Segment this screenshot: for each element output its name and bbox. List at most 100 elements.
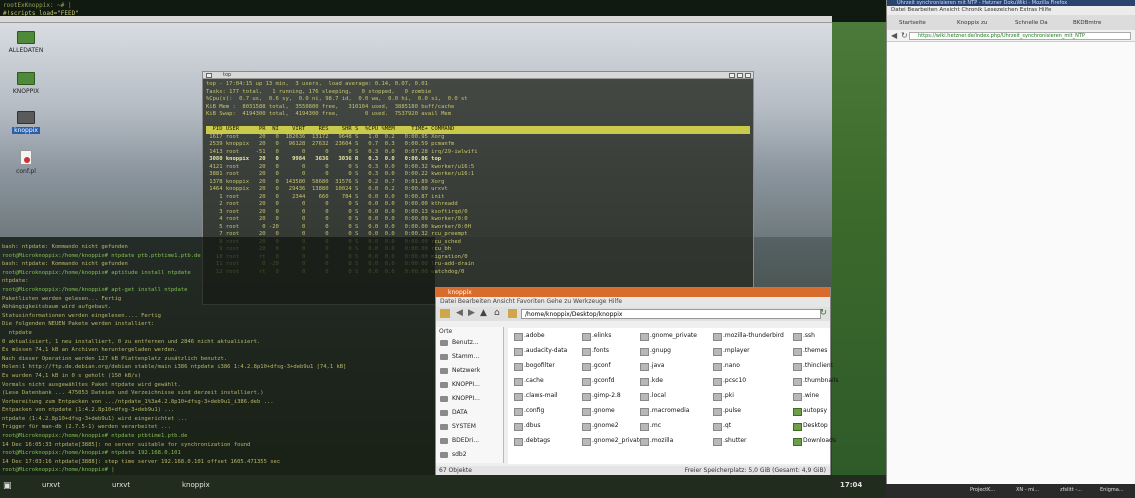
file-item[interactable]: .mozilla-thunderbird xyxy=(713,332,784,341)
go-icon[interactable]: ↻ xyxy=(819,308,827,318)
file-item[interactable]: .mc xyxy=(640,422,661,431)
file-item[interactable]: .qt xyxy=(713,422,731,431)
maximize-icon[interactable] xyxy=(737,73,743,78)
sidebar-item[interactable]: KNOPPI... xyxy=(436,392,503,406)
file-item[interactable]: .kde xyxy=(640,377,663,386)
file-item[interactable]: Desktop xyxy=(793,422,828,431)
taskbar-item[interactable]: zfslitt -... xyxy=(1060,487,1082,493)
file-item[interactable]: .cache xyxy=(514,377,544,386)
file-item[interactable]: .dbus xyxy=(514,422,540,431)
sidebar-item[interactable]: BDEDri... xyxy=(436,434,503,448)
urxvt-terminal[interactable]: bash: ntpdate: Kommando nicht gefunden r… xyxy=(0,237,435,475)
start-menu-icon[interactable]: ▣ xyxy=(3,481,12,491)
file-item[interactable]: .gnupg xyxy=(640,347,671,356)
file-item[interactable]: .gnome2 xyxy=(582,422,619,431)
forward-icon[interactable]: ▶ xyxy=(468,308,475,318)
window-titlebar[interactable]: knoppix xyxy=(436,288,830,297)
file-item[interactable]: .gconfd xyxy=(582,377,614,386)
top-terminal-line: rootExKnoppix: ~# | xyxy=(3,2,72,9)
file-item[interactable]: .java xyxy=(640,362,664,371)
window-menu-icon[interactable] xyxy=(206,73,212,78)
file-item[interactable]: .ssh xyxy=(793,332,815,341)
minimize-icon[interactable] xyxy=(729,73,735,78)
file-item[interactable]: .wine xyxy=(793,392,819,401)
tab-bkdbmtre[interactable]: BKDBmtre xyxy=(1065,18,1101,28)
taskbar-item[interactable]: knoppix xyxy=(182,481,210,489)
desktop-icon-conf-pl[interactable]: conf.pl xyxy=(6,150,46,175)
file-item[interactable]: .fonts xyxy=(582,347,609,356)
file-item[interactable]: .gnome xyxy=(582,407,615,416)
terminal-line: 14 Dec 17:03:16 ntpdate[3888]: step time… xyxy=(2,458,281,465)
item-count: 67 Objekte xyxy=(439,467,472,474)
file-manager-window[interactable]: knoppix Datei Bearbeiten Ansicht Favorit… xyxy=(435,287,838,477)
file-item[interactable]: .gconf xyxy=(582,362,611,371)
sidebar-item[interactable]: Stamm... xyxy=(436,350,503,364)
file-item[interactable]: .gnome2_private xyxy=(582,437,643,446)
file-item[interactable]: Downloads xyxy=(793,437,836,446)
home-icon[interactable]: ⌂ xyxy=(494,308,500,318)
file-item[interactable]: .macromedia xyxy=(640,407,689,416)
window-titlebar[interactable]: top xyxy=(203,72,753,79)
file-item[interactable]: .thinclient xyxy=(793,362,833,371)
file-item[interactable]: .pki xyxy=(713,392,734,401)
sidebar-item[interactable]: sdb2 xyxy=(436,448,503,462)
tab-knoppix[interactable]: Knoppix zu xyxy=(949,18,987,28)
taskbar-item[interactable]: ProjectK... xyxy=(970,487,995,493)
file-item[interactable]: .gimp-2.8 xyxy=(582,392,621,401)
taskbar-secondary: ProjectK... XN - mi... zfslitt -... Enig… xyxy=(886,484,1135,498)
file-item[interactable]: .themes xyxy=(793,347,827,356)
taskbar-item[interactable]: Enigma... xyxy=(1100,487,1124,493)
terminal-line: root@Microknoppix:/home/knoppix# ntpdate… xyxy=(2,252,201,259)
file-item[interactable]: .shutter xyxy=(713,437,747,446)
taskbar-item[interactable]: urxvt xyxy=(42,481,60,489)
taskbar-item[interactable]: XN - mi... xyxy=(1016,487,1039,493)
file-item[interactable]: .claws-mail xyxy=(514,392,558,401)
file-item[interactable]: .bogofilter xyxy=(514,362,555,371)
sidebar-item[interactable]: Benutz... xyxy=(436,336,503,350)
sidebar-item[interactable]: KNOPPI... xyxy=(436,378,503,392)
up-icon[interactable]: ▲ xyxy=(480,308,487,318)
file-item[interactable]: .mozilla xyxy=(640,437,673,446)
desktop-icon-knoppix-upper[interactable]: KNOPPIX xyxy=(6,72,46,95)
process-row: 1378 knoppix 20 0 143580 58680 31576 S 0… xyxy=(206,178,445,185)
desktop-icon-alledaten[interactable]: ALLEDATEN xyxy=(6,31,46,54)
taskbar-item[interactable]: urxvt xyxy=(112,481,130,489)
folder-icon xyxy=(17,31,35,44)
file-item[interactable]: .audacity-data xyxy=(514,347,567,356)
window-titlebar[interactable] xyxy=(0,16,832,23)
tab-schnelle[interactable]: Schnelle Da xyxy=(1007,18,1048,28)
back-icon[interactable]: ◀ xyxy=(891,31,897,40)
menu-bar[interactable]: Datei Bearbeiten Ansicht Chronik Lesezei… xyxy=(887,6,1135,15)
tab-startseite[interactable]: Startseite xyxy=(891,18,926,28)
file-item[interactable]: autopsy xyxy=(793,407,827,416)
terminal-prompt[interactable]: root@Microknoppix:/home/knoppix# | xyxy=(2,466,433,475)
file-item[interactable]: .pulse xyxy=(713,407,741,416)
new-tab-icon[interactable] xyxy=(440,309,450,318)
file-item[interactable]: .mplayer xyxy=(713,347,750,356)
close-icon[interactable] xyxy=(745,73,751,78)
terminal-line: Vormals nicht ausgewähltes Paket ntpdate… xyxy=(2,381,181,388)
file-item[interactable]: .debtags xyxy=(514,437,550,446)
firefox-window[interactable]: Uhrzeit synchronisieren mit NTP - Hetzne… xyxy=(886,0,1135,498)
clock[interactable]: 17:04 xyxy=(840,481,862,489)
sidebar-item[interactable]: Netzwerk xyxy=(436,364,503,378)
file-item[interactable]: .elinks xyxy=(582,332,611,341)
url-input[interactable]: https://wiki.hetzner.de/index.php/Uhrzei… xyxy=(909,32,1131,40)
menu-bar[interactable]: Datei Bearbeiten Ansicht Favoriten Gehe … xyxy=(436,297,830,307)
file-item[interactable]: .nano xyxy=(713,362,740,371)
file-item[interactable]: .config xyxy=(514,407,544,416)
reload-icon[interactable]: ↻ xyxy=(901,31,908,40)
file-item[interactable]: .thumbnails xyxy=(793,377,838,386)
top-line xyxy=(206,119,750,127)
file-item[interactable]: .pcsc10 xyxy=(713,377,746,386)
sidebar-item[interactable]: SYSTEM xyxy=(436,420,503,434)
sidebar-item[interactable]: DATA xyxy=(436,406,503,420)
desktop-icon-knoppix[interactable]: knoppix xyxy=(6,111,46,134)
terminal-line: 14 Dec 16:05:33 ntpdate[3885]: no server… xyxy=(2,441,251,448)
path-input[interactable]: /home/knoppix/Desktop/knoppix xyxy=(521,309,821,319)
file-item[interactable]: .gnome_private xyxy=(640,332,697,341)
file-item[interactable]: .adobe xyxy=(514,332,545,341)
file-item[interactable]: .local xyxy=(640,392,666,401)
tab-bar: Startseite Knoppix zu Schnelle Da BKDBmt… xyxy=(887,15,1135,30)
back-icon[interactable]: ◀ xyxy=(456,308,463,318)
